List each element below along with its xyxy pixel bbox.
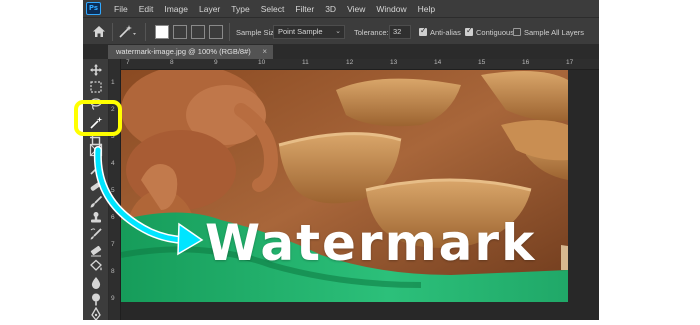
anti-alias-checkbox[interactable] bbox=[419, 26, 427, 36]
ruler-label: 9 bbox=[214, 59, 218, 66]
ruler-label: 13 bbox=[390, 59, 398, 66]
magic-wand-preset-icon[interactable] bbox=[117, 24, 139, 39]
ruler-label: 1 bbox=[111, 79, 115, 86]
anti-alias-option[interactable]: Anti-alias bbox=[419, 18, 461, 46]
menu-filter[interactable]: Filter bbox=[295, 4, 314, 14]
clone-stamp-tool-icon[interactable] bbox=[89, 211, 103, 225]
history-brush-tool-icon[interactable] bbox=[89, 227, 103, 241]
move-tool-icon[interactable] bbox=[89, 63, 103, 77]
blur-tool-icon[interactable] bbox=[89, 276, 103, 290]
menu-file[interactable]: File bbox=[114, 4, 128, 14]
contiguous-checkbox[interactable] bbox=[465, 26, 473, 36]
anti-alias-label: Anti-alias bbox=[430, 27, 461, 37]
marquee-tool-icon[interactable] bbox=[89, 80, 103, 94]
magic-wand-highlight bbox=[74, 100, 122, 136]
intersect-selection-button[interactable] bbox=[209, 25, 223, 39]
pen-tool-icon[interactable] bbox=[89, 307, 103, 320]
options-bar: Sample Size: Point Sample ⌄ Tolerance: 3… bbox=[83, 17, 599, 45]
horizontal-ruler: 7 8 9 10 11 12 13 14 15 16 17 bbox=[121, 59, 599, 70]
ruler-label: 4 bbox=[111, 160, 115, 167]
subtract-from-selection-button[interactable] bbox=[191, 25, 205, 39]
menu-window[interactable]: Window bbox=[376, 4, 406, 14]
spot-healing-tool-icon[interactable] bbox=[89, 179, 103, 193]
menu-edit[interactable]: Edit bbox=[139, 4, 154, 14]
options-separator bbox=[112, 23, 113, 41]
sample-all-layers-label: Sample All Layers bbox=[524, 27, 585, 37]
photoshop-logo: Ps bbox=[86, 2, 101, 15]
watermark-text: Watermark bbox=[205, 214, 537, 272]
sample-all-layers-checkbox[interactable] bbox=[513, 28, 521, 36]
ruler-label: 8 bbox=[111, 268, 115, 275]
menu-3d[interactable]: 3D bbox=[325, 4, 336, 14]
add-to-selection-button[interactable] bbox=[173, 25, 187, 39]
document-image[interactable]: Watermark bbox=[121, 70, 568, 302]
ruler-label: 11 bbox=[302, 59, 309, 66]
menu-view[interactable]: View bbox=[347, 4, 365, 14]
brush-tool-icon[interactable] bbox=[89, 195, 103, 209]
contiguous-label: Contiguous bbox=[476, 27, 514, 37]
sample-size-dropdown[interactable]: Point Sample ⌄ bbox=[273, 25, 345, 39]
sample-all-layers-option[interactable]: Sample All Layers bbox=[513, 18, 584, 46]
ruler-label: 15 bbox=[478, 59, 486, 66]
ruler-label: 6 bbox=[111, 214, 115, 221]
dodge-tool-icon[interactable] bbox=[89, 292, 103, 306]
frame-tool-icon[interactable] bbox=[89, 143, 103, 157]
eraser-tool-icon[interactable] bbox=[89, 243, 103, 257]
ruler-label: 5 bbox=[111, 187, 115, 194]
menu-type[interactable]: Type bbox=[231, 4, 249, 14]
new-selection-button[interactable] bbox=[155, 25, 169, 39]
menu-image[interactable]: Image bbox=[164, 4, 188, 14]
ruler-label: 7 bbox=[111, 241, 115, 248]
ruler-label: 12 bbox=[346, 59, 354, 66]
options-separator bbox=[229, 23, 230, 41]
chevron-down-icon: ⌄ bbox=[335, 28, 341, 35]
ruler-label: 8 bbox=[170, 59, 174, 66]
ruler-label: 9 bbox=[111, 295, 115, 302]
ruler-label: 17 bbox=[566, 59, 574, 66]
document-tab-bar: watermark-image.jpg @ 100% (RGB/8#) × bbox=[83, 45, 599, 59]
tolerance-input[interactable]: 32 bbox=[389, 25, 411, 39]
home-icon[interactable] bbox=[92, 25, 106, 38]
menu-layer[interactable]: Layer bbox=[199, 4, 220, 14]
eyedropper-tool-icon[interactable] bbox=[89, 162, 103, 176]
sample-size-value: Point Sample bbox=[278, 27, 323, 36]
menu-bar: Ps File Edit Image Layer Type Select Fil… bbox=[83, 0, 599, 17]
vertical-ruler: 1 2 3 4 5 6 7 8 9 bbox=[109, 59, 121, 320]
tolerance-label: Tolerance: bbox=[354, 27, 389, 37]
tools-panel bbox=[83, 59, 109, 320]
options-separator bbox=[145, 23, 146, 41]
ruler-label: 16 bbox=[522, 59, 530, 66]
menu-help[interactable]: Help bbox=[418, 4, 435, 14]
ruler-label: 7 bbox=[126, 59, 130, 66]
paint-bucket-tool-icon[interactable] bbox=[89, 259, 103, 273]
close-icon[interactable]: × bbox=[262, 45, 267, 59]
document-tab[interactable]: watermark-image.jpg @ 100% (RGB/8#) × bbox=[108, 45, 273, 59]
menu-select[interactable]: Select bbox=[261, 4, 285, 14]
ruler-label: 14 bbox=[434, 59, 442, 66]
ruler-label: 10 bbox=[258, 59, 266, 66]
document-tab-title: watermark-image.jpg @ 100% (RGB/8#) bbox=[116, 47, 251, 56]
contiguous-option[interactable]: Contiguous bbox=[465, 18, 514, 46]
